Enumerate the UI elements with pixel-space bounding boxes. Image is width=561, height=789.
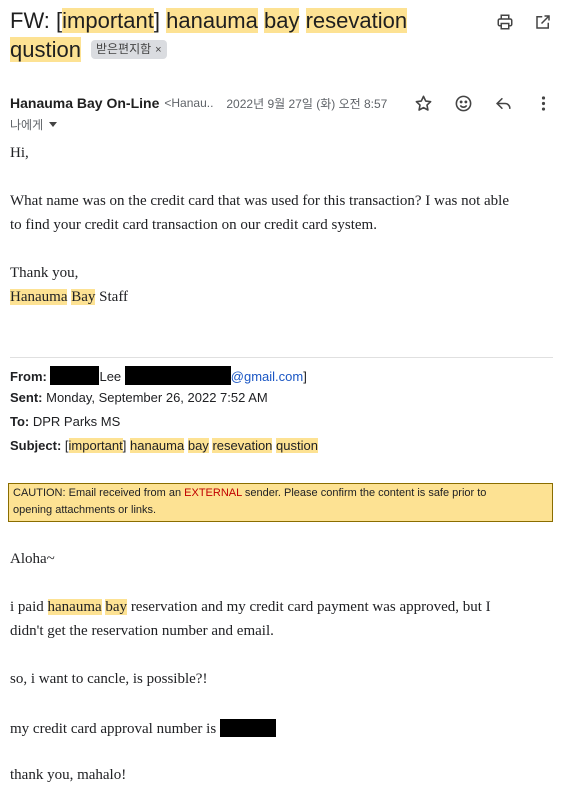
sig-word-hanauma: Hanauma [10,289,68,305]
subject-word-bay: bay [264,8,300,33]
p1-post: reservation and my credit card payment w… [127,599,491,615]
sig-word-bay: Bay [71,289,96,305]
forward-divider [10,357,553,358]
subject-prefix: FW: [ [10,8,63,33]
forward-subject: Subject: [important] hanauma bay resevat… [10,438,318,453]
emoji-icon[interactable] [453,93,473,113]
sent-value: Monday, September 26, 2022 7:52 AM [46,390,268,405]
from-email-link[interactable]: @gmail.com [231,369,303,384]
p1-word-bay: bay [105,599,128,615]
forward-to: To: DPR Parks MS [10,414,120,429]
closing-line: thank you, mahalo! [10,767,127,783]
sender-row: Hanauma Bay On-Line <Hanau... 2022년 9월 2… [10,93,553,113]
subject-label: Subject: [10,438,62,453]
to-value: DPR Parks MS [32,414,121,429]
subj-word-important: important [68,438,123,453]
caution-line2: opening attachments or links. [13,504,157,516]
reply-icon[interactable] [493,93,513,113]
inbox-label-text: 받은편지함 [95,42,152,56]
remove-label-icon[interactable]: × [155,44,161,56]
signature: Hanauma Bay Staff [10,289,128,306]
recipient-toggle[interactable]: 나에게 [10,116,58,133]
inbox-label-chip[interactable]: 받은편지함 × [90,40,167,59]
caution-lead: CAUTION: Email received from an [13,487,185,499]
subj-open: [ [64,438,69,453]
email-subject: FW: [important] hanauma bay resevation qu… [10,6,480,64]
forward-sent: Sent: Monday, September 26, 2022 7:52 AM [10,390,268,405]
redacted-block [124,366,231,385]
sender-email: <Hanau... [164,96,215,110]
from-lee: Lee [99,369,122,384]
to-me-label: 나에게 [10,118,44,132]
subj-word-resevation: resevation [212,438,273,453]
greeting: Hi, [10,145,29,161]
sender-name[interactable]: Hanauma Bay On-Line [10,95,159,111]
subj-word-qustion: qustion [276,438,318,453]
body-paragraph-line: i paid hanauma bay reservation and my cr… [10,599,491,616]
aloha-line: Aloha~ [10,551,55,567]
cancel-question: so, i want to cancle, is possible?! [10,671,208,687]
subject-actions [495,12,553,32]
redacted-block [50,366,100,385]
caution-tail: sender. Please confirm the content is sa… [241,487,487,499]
p1-pre: i paid [10,599,48,615]
to-label: To: [10,414,30,429]
approval-number-line: my credit card approval number is [10,719,276,738]
subject-word-qustion: qustion [10,37,81,62]
subj-word-bay: bay [187,438,209,453]
subject-word-resevation: resevation [305,8,408,33]
from-label: From: [10,369,47,384]
open-new-window-icon[interactable] [533,12,553,32]
subject-word-hanauma: hanauma [166,8,258,33]
body-paragraph-line: didn't get the reservation number and em… [10,623,274,639]
chevron-down-icon [49,122,58,127]
subj-close: ] [122,438,127,453]
subject-word-important: important [62,8,154,33]
redacted-block [219,719,276,737]
approval-text: my credit card approval number is [10,721,220,737]
subject-bracket-close: ] [153,8,160,33]
star-icon[interactable] [413,93,433,113]
email-date: 2022년 9월 27일 (화) 오전 8:57 [226,96,388,111]
more-vert-icon[interactable] [533,93,553,113]
message-actions [413,93,553,113]
caution-banner: CAUTION: Email received from an EXTERNAL… [8,483,553,522]
subj-word-hanauma: hanauma [130,438,185,453]
caution-external: EXTERNAL [184,487,242,499]
sent-label: Sent: [10,390,43,405]
sig-word-staff: Staff [99,289,129,305]
thanks-line: Thank you, [10,265,79,281]
body-paragraph-line: to find your credit card transaction on … [10,217,377,233]
p1-word-hanauma: hanauma [47,599,102,615]
body-paragraph-line: What name was on the credit card that wa… [10,193,509,209]
from-bracket: ] [303,369,307,384]
print-icon[interactable] [495,12,515,32]
forward-from: From: Lee @gmail.com] [10,366,307,385]
